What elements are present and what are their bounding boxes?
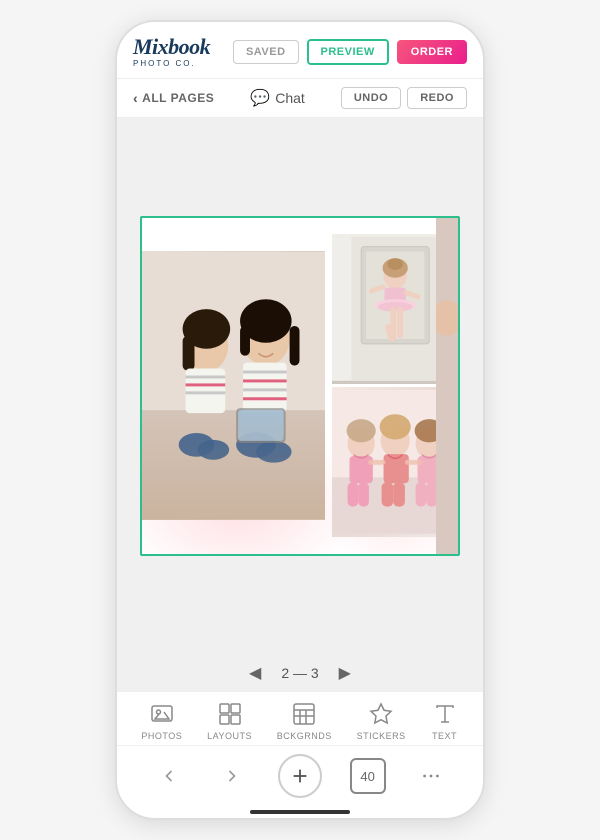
logo: Mixbook [133, 36, 210, 58]
text-label: TEXT [432, 731, 457, 741]
girls-photo-content [142, 251, 325, 520]
all-pages-label: ALL PAGES [142, 91, 214, 105]
forward-button[interactable] [214, 758, 250, 794]
page-number: 2 — 3 [281, 665, 318, 681]
header: Mixbook PHOTO CO. SAVED PREVIEW ORDER [117, 22, 483, 79]
back-button[interactable] [151, 758, 187, 794]
photos-icon [148, 700, 176, 728]
phone-frame: Mixbook PHOTO CO. SAVED PREVIEW ORDER ‹ … [115, 20, 485, 820]
more-dots-icon [420, 765, 442, 787]
photos-tool[interactable]: PHOTOS [141, 700, 182, 741]
home-indicator [250, 810, 350, 814]
plus-icon [289, 765, 311, 787]
bckgrnds-label: BCKGRNDS [277, 731, 332, 741]
backgrounds-icon [290, 700, 318, 728]
layouts-svg-icon [218, 702, 242, 726]
layouts-tool[interactable]: LAYOUTS [207, 700, 252, 741]
photos-label: PHOTOS [141, 731, 182, 741]
bottom-action-bar: 40 [117, 745, 483, 804]
next-page-arrow[interactable]: ▶ [339, 663, 351, 683]
tool-icons-row: PHOTOS LAYOUTS [117, 700, 483, 741]
bckgrnds-svg-icon [292, 702, 316, 726]
chat-label: Chat [275, 90, 305, 106]
all-pages-link[interactable]: ‹ ALL PAGES [133, 90, 214, 106]
page-navigation: ◀ 2 — 3 ▶ [117, 653, 483, 691]
chat-bubble-icon: 💬 [250, 88, 270, 108]
order-button[interactable]: ORDER [397, 40, 467, 64]
prev-page-arrow[interactable]: ◀ [249, 663, 261, 683]
text-icon [431, 700, 459, 728]
chat-button[interactable]: 💬 Chat [250, 88, 305, 108]
layouts-label: LAYOUTS [207, 731, 252, 741]
back-chevron-svg [159, 766, 179, 786]
saved-button[interactable]: SAVED [233, 40, 299, 64]
text-tool[interactable]: TEXT [431, 700, 459, 741]
forward-chevron-svg [222, 766, 242, 786]
photos-layout [142, 218, 458, 554]
toolbar: ‹ ALL PAGES 💬 Chat UNDO REDO [117, 79, 483, 118]
preview-button[interactable]: PREVIEW [307, 39, 389, 65]
layouts-icon [216, 700, 244, 728]
more-button[interactable] [413, 758, 449, 794]
edge-photo-svg [436, 218, 458, 554]
stickers-label: STICKERS [357, 731, 406, 741]
undo-button[interactable]: UNDO [341, 87, 401, 109]
photo-count-badge[interactable]: 40 [350, 758, 386, 794]
back-chevron-icon: ‹ [133, 90, 138, 106]
photo-two-girls[interactable] [142, 251, 325, 520]
edge-photo [436, 218, 458, 554]
canvas-area [117, 118, 483, 653]
text-svg-icon [433, 702, 457, 726]
page-canvas[interactable] [140, 216, 460, 556]
header-buttons: SAVED PREVIEW ORDER [233, 39, 467, 65]
photos-svg-icon [150, 702, 174, 726]
toolbar-right: UNDO REDO [341, 87, 467, 109]
add-button[interactable] [278, 754, 322, 798]
girls-svg [142, 251, 325, 520]
redo-button[interactable]: REDO [407, 87, 467, 109]
bottom-toolbar: PHOTOS LAYOUTS [117, 691, 483, 745]
logo-area: Mixbook PHOTO CO. [133, 36, 210, 68]
stickers-tool[interactable]: STICKERS [357, 700, 406, 741]
stickers-icon [367, 700, 395, 728]
backgrounds-tool[interactable]: BCKGRNDS [277, 700, 332, 741]
stickers-svg-icon [369, 702, 393, 726]
logo-sub: PHOTO CO. [133, 59, 196, 68]
